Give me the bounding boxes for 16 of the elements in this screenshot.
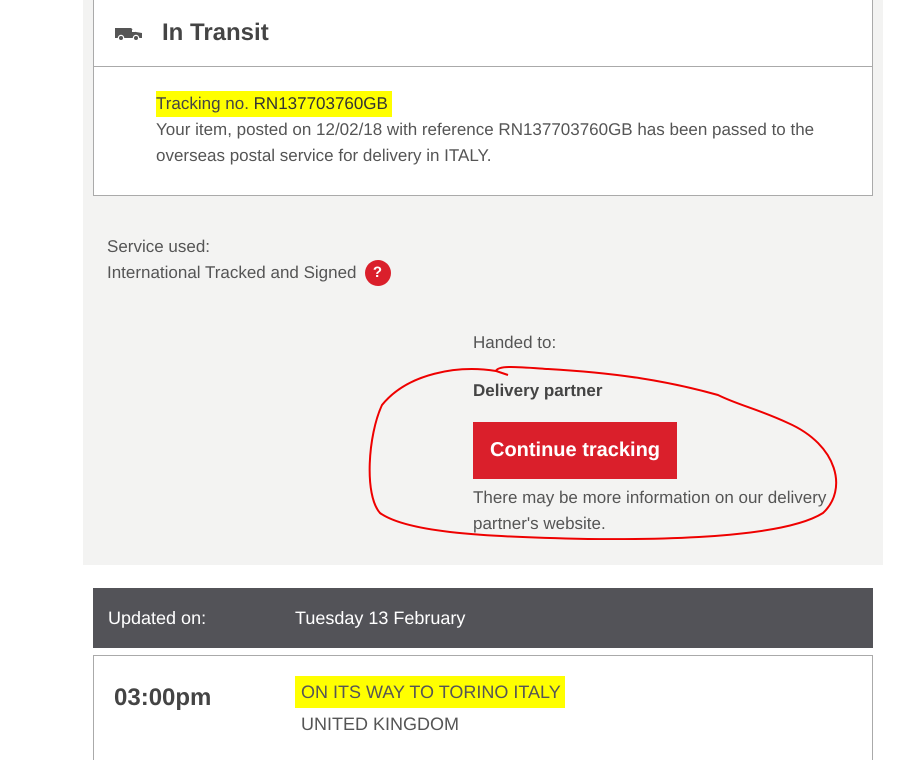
event-location: UNITED KINGDOM (301, 713, 460, 736)
partner-name: Delivery partner (473, 380, 604, 402)
partner-note: There may be more information on our delivery partner's website. (473, 487, 828, 535)
updated-label: Updated on: (107, 608, 208, 628)
status-title: In Transit (162, 19, 269, 47)
service-label: Service used: (107, 236, 211, 258)
event-status: ON ITS WAY TO TORINO ITALY (295, 676, 565, 708)
van-icon (114, 25, 144, 41)
updated-date: Tuesday 13 February (295, 608, 466, 628)
status-message: Your item, posted on 12/02/18 with reference RN137703760GB has been passed to the overseas postal service for delivery in ITALY. (156, 119, 816, 167)
handed-to-label: Handed to: (473, 332, 558, 354)
event-time: 03:00pm (114, 683, 212, 713)
continue-tracking-button[interactable]: Continue tracking (473, 422, 678, 479)
help-icon[interactable]: ? (364, 260, 391, 286)
tracking-number: Tracking no. RN137703760GB (156, 91, 392, 117)
service-name: International Tracked and Signed (107, 262, 357, 284)
